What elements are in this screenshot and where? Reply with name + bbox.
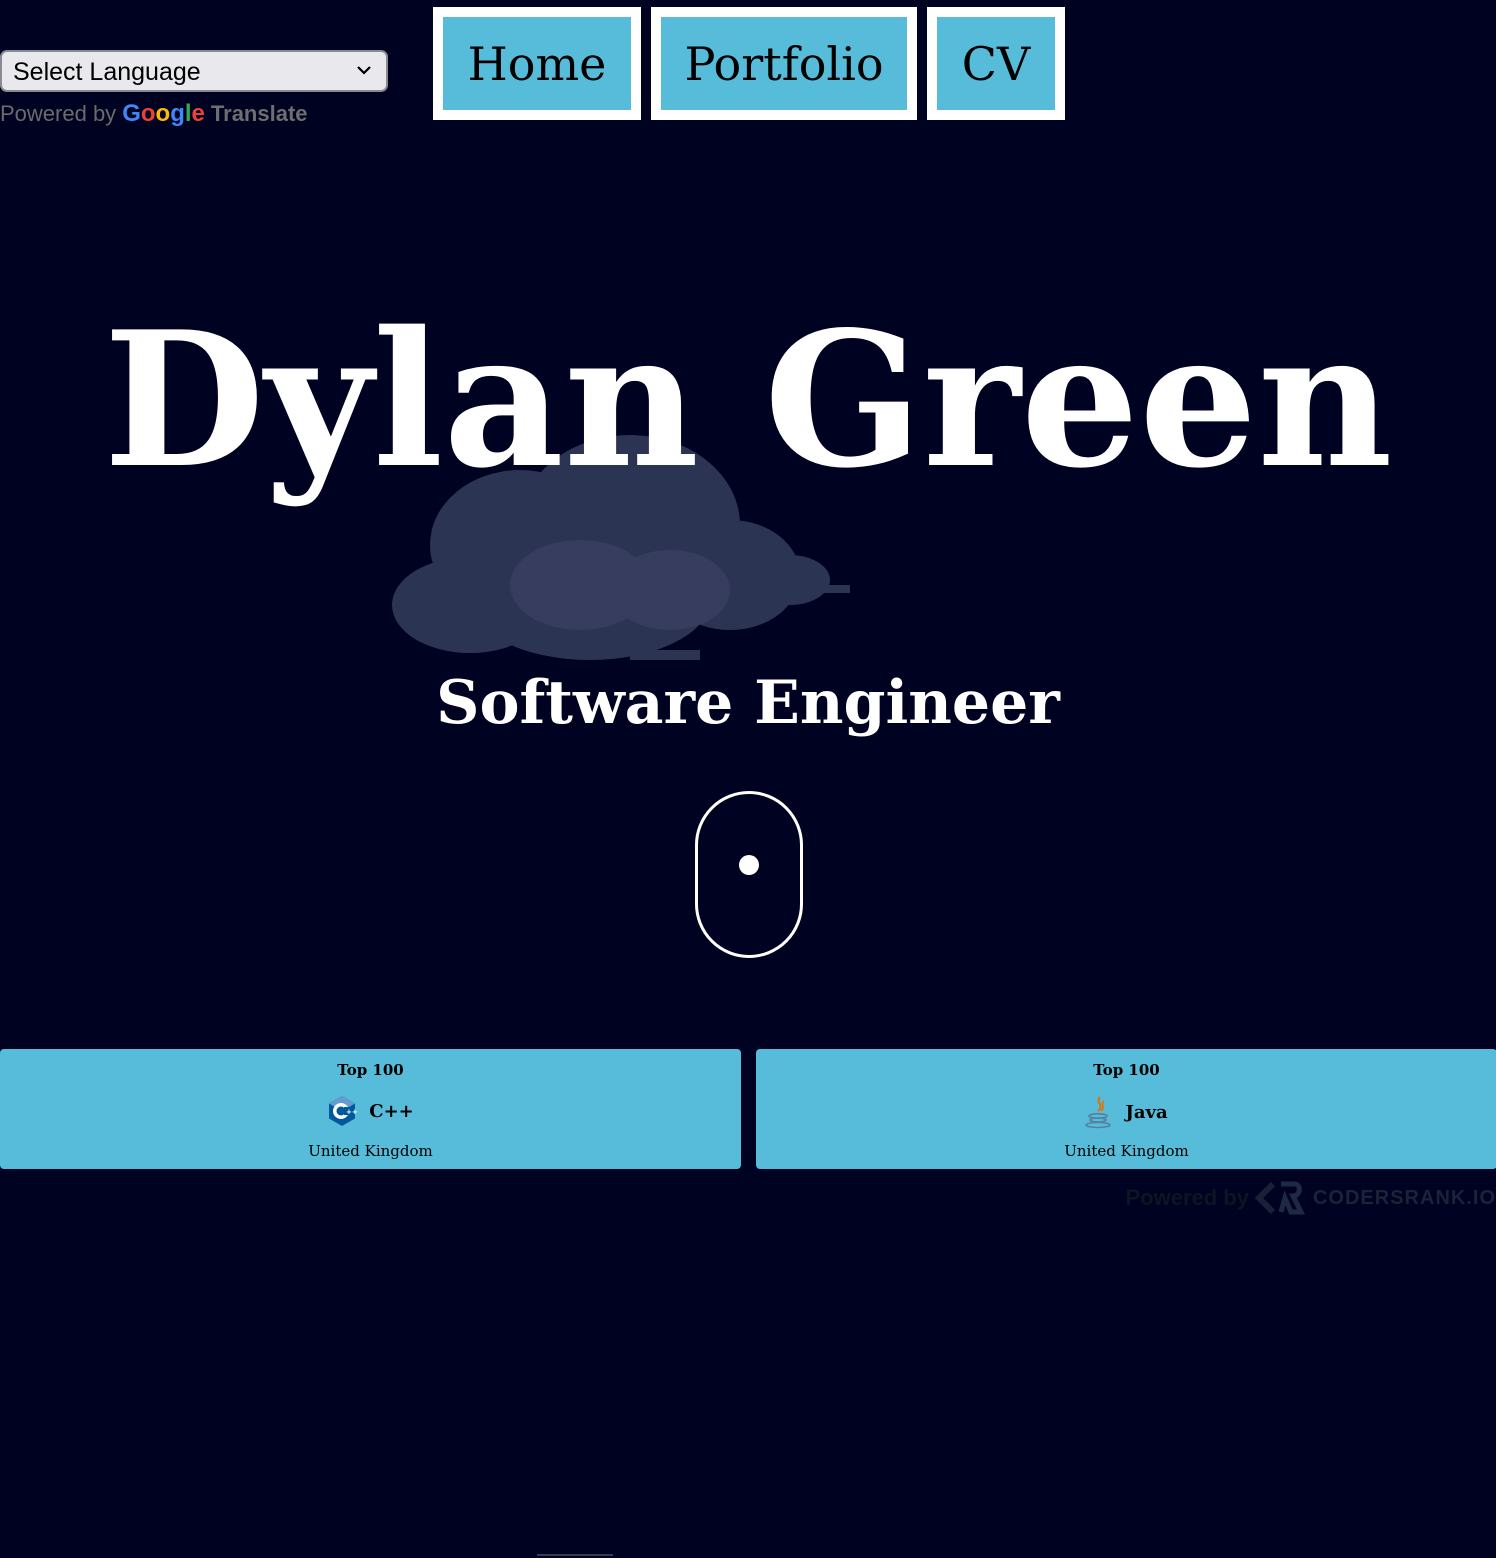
codersrank-attribution[interactable]: Powered by CODERSRANK.IO [1126, 1180, 1496, 1216]
powered-by-google-translate: Powered by Google Translate [0, 100, 390, 128]
translate-link[interactable]: Translate [211, 101, 308, 127]
rank-badge-java[interactable]: Top 100 Java United Kingdom [756, 1049, 1496, 1169]
language-select[interactable]: Select Language [0, 50, 388, 92]
svg-text:++: ++ [346, 1108, 357, 1116]
badge-language: C++ [369, 1100, 414, 1122]
codersrank-logo-icon [1254, 1181, 1306, 1215]
badge-rank: Top 100 [1093, 1061, 1160, 1079]
chevron-down-icon [357, 66, 371, 75]
language-select-value: Select Language [13, 58, 201, 86]
nav-portfolio-button[interactable]: Portfolio [651, 7, 917, 120]
nav-home-button[interactable]: Home [433, 7, 641, 120]
google-translate-widget: Select Language Powered by Google Transl… [0, 50, 390, 128]
badge-country: United Kingdom [1064, 1142, 1189, 1160]
codersrank-brand: CODERSRANK.IO [1312, 1186, 1496, 1209]
bottom-divider [537, 1554, 613, 1556]
badge-country: United Kingdom [308, 1142, 433, 1160]
hero-subtitle: Software Engineer [436, 668, 1060, 738]
powered-by-label: Powered by [0, 101, 117, 126]
scroll-indicator-dot [739, 855, 759, 875]
scroll-mouse-icon[interactable] [695, 791, 803, 958]
google-logo: Google [122, 100, 205, 127]
hero-name: Dylan Green [103, 290, 1393, 509]
page: Select Language Powered by Google Transl… [0, 0, 1496, 1558]
java-icon [1085, 1096, 1112, 1129]
nav-cv-button[interactable]: CV [927, 7, 1065, 120]
codersrank-powered-by: Powered by [1125, 1185, 1249, 1210]
codersrank-badges: Top 100 ++ C++ United Kingdom Top 100 Ja… [0, 1049, 1496, 1169]
main-nav: Home Portfolio CV [433, 7, 1065, 120]
badge-language: Java [1125, 1101, 1168, 1123]
rank-badge-cpp[interactable]: Top 100 ++ C++ United Kingdom [0, 1049, 741, 1169]
badge-rank: Top 100 [337, 1061, 404, 1079]
cpp-icon: ++ [329, 1096, 357, 1126]
